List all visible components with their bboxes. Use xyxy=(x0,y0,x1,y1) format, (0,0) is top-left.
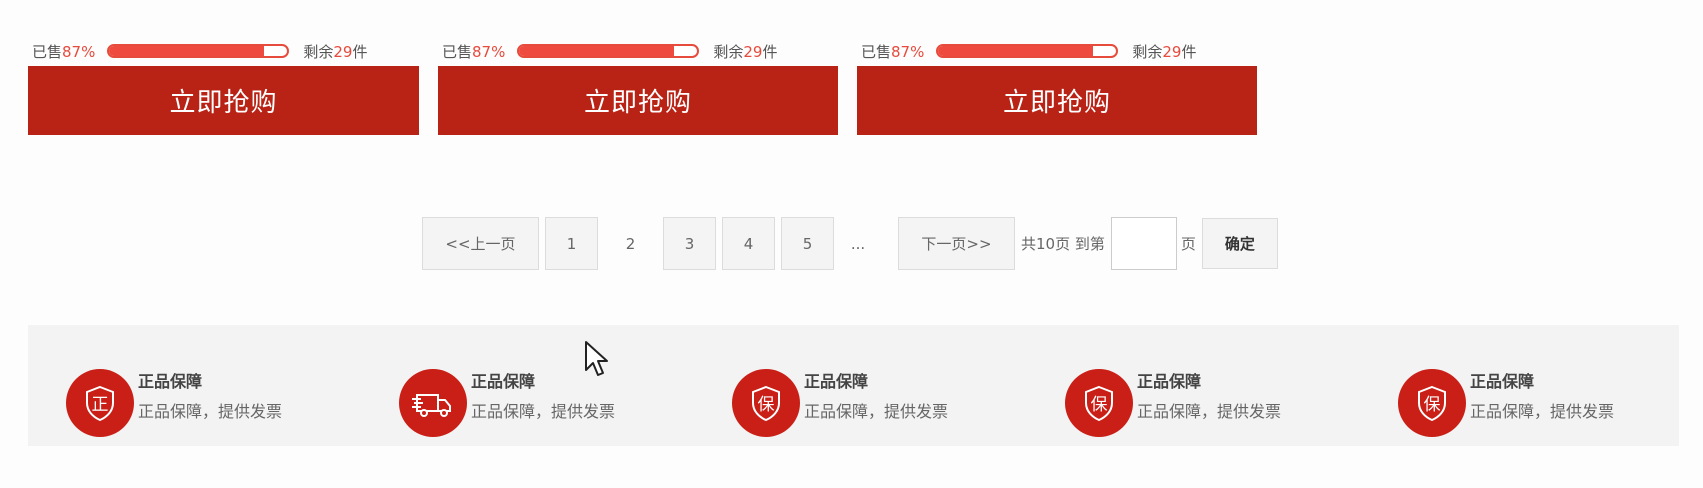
stock-status: 已售87% 剩余29件 xyxy=(28,36,419,66)
guarantee-strip: 正 正品保障 正品保障，提供发票 正品保障 正品保障，提供发票 保 正品保障 正… xyxy=(28,325,1679,446)
buy-now-button[interactable]: 立即抢购 xyxy=(857,66,1257,135)
page-1-button[interactable]: 1 xyxy=(545,217,598,270)
buy-now-button[interactable]: 立即抢购 xyxy=(438,66,838,135)
guarantee-title: 正品保障 xyxy=(804,372,869,391)
page-3-button[interactable]: 3 xyxy=(663,217,716,270)
guarantee-text: 正品保障 正品保障，提供发票 xyxy=(1470,374,1615,421)
guarantee-desc: 正品保障，提供发票 xyxy=(1470,402,1615,421)
product-card-3: 已售87% 剩余29件 立即抢购 xyxy=(857,36,1257,135)
product-card-1: 已售87% 剩余29件 立即抢购 xyxy=(28,36,419,135)
sold-progress-fill xyxy=(938,46,1094,56)
shield-guarantee-icon: 保 xyxy=(1065,369,1133,437)
prev-page-button[interactable]: <<上一页 xyxy=(422,217,539,270)
guarantee-desc: 正品保障，提供发票 xyxy=(138,402,283,421)
page-unit-label: 页 xyxy=(1180,235,1196,253)
buy-now-button[interactable]: 立即抢购 xyxy=(28,66,419,135)
guarantee-item: 正品保障 正品保障，提供发票 xyxy=(399,367,615,439)
shield-guarantee-icon: 保 xyxy=(732,369,800,437)
shield-guarantee-icon: 保 xyxy=(1398,369,1466,437)
pagination-ellipsis: ... xyxy=(850,234,866,253)
guarantee-text: 正品保障 正品保障，提供发票 xyxy=(471,374,616,421)
guarantee-desc: 正品保障，提供发票 xyxy=(471,402,616,421)
sold-progress-fill xyxy=(109,46,265,56)
stock-status: 已售87% 剩余29件 xyxy=(857,36,1257,66)
sold-label: 已售87% xyxy=(32,42,96,61)
confirm-jump-button[interactable]: 确定 xyxy=(1201,218,1278,269)
guarantee-text: 正品保障 正品保障，提供发票 xyxy=(138,374,283,421)
pagination: <<上一页 1 2 3 4 5 ... 下一页>> 共10页 到第 页 确定 xyxy=(422,217,1278,270)
stock-status: 已售87% 剩余29件 xyxy=(438,36,838,66)
guarantee-text: 正品保障 正品保障，提供发票 xyxy=(804,374,949,421)
next-page-button[interactable]: 下一页>> xyxy=(898,217,1015,270)
sold-progress-bar xyxy=(517,44,700,58)
guarantee-item: 保 正品保障 正品保障，提供发票 xyxy=(1065,367,1281,439)
jump-page-input[interactable] xyxy=(1110,217,1177,270)
guarantee-item: 正 正品保障 正品保障，提供发票 xyxy=(66,367,282,439)
product-card-2: 已售87% 剩余29件 立即抢购 xyxy=(438,36,838,135)
guarantee-desc: 正品保障，提供发票 xyxy=(1137,402,1282,421)
guarantee-item: 保 正品保障 正品保障，提供发票 xyxy=(732,367,948,439)
guarantee-title: 正品保障 xyxy=(138,372,203,391)
page-4-button[interactable]: 4 xyxy=(722,217,775,270)
mouse-pointer-icon xyxy=(585,341,608,376)
sold-progress-bar xyxy=(936,44,1119,58)
remain-label: 剩余29件 xyxy=(303,42,368,61)
guarantee-title: 正品保障 xyxy=(1137,372,1202,391)
guarantee-desc: 正品保障，提供发票 xyxy=(804,402,949,421)
page-5-button[interactable]: 5 xyxy=(781,217,834,270)
guarantee-text: 正品保障 正品保障，提供发票 xyxy=(1137,374,1282,421)
sold-progress-fill xyxy=(519,46,675,56)
total-pages-label: 共10页 到第 xyxy=(1021,235,1105,253)
sold-progress-bar xyxy=(107,44,290,58)
remain-label: 剩余29件 xyxy=(713,42,778,61)
svg-text:正: 正 xyxy=(92,395,109,415)
page-2-current: 2 xyxy=(625,234,636,253)
svg-text:保: 保 xyxy=(1424,395,1441,415)
sold-label: 已售87% xyxy=(861,42,925,61)
guarantee-item: 保 正品保障 正品保障，提供发票 xyxy=(1398,367,1614,439)
remain-label: 剩余29件 xyxy=(1132,42,1197,61)
sold-label: 已售87% xyxy=(442,42,506,61)
svg-text:保: 保 xyxy=(758,395,775,415)
genuine-icon: 正 xyxy=(66,369,134,437)
guarantee-title: 正品保障 xyxy=(1470,372,1535,391)
svg-text:保: 保 xyxy=(1091,395,1108,415)
delivery-truck-icon xyxy=(399,369,467,437)
